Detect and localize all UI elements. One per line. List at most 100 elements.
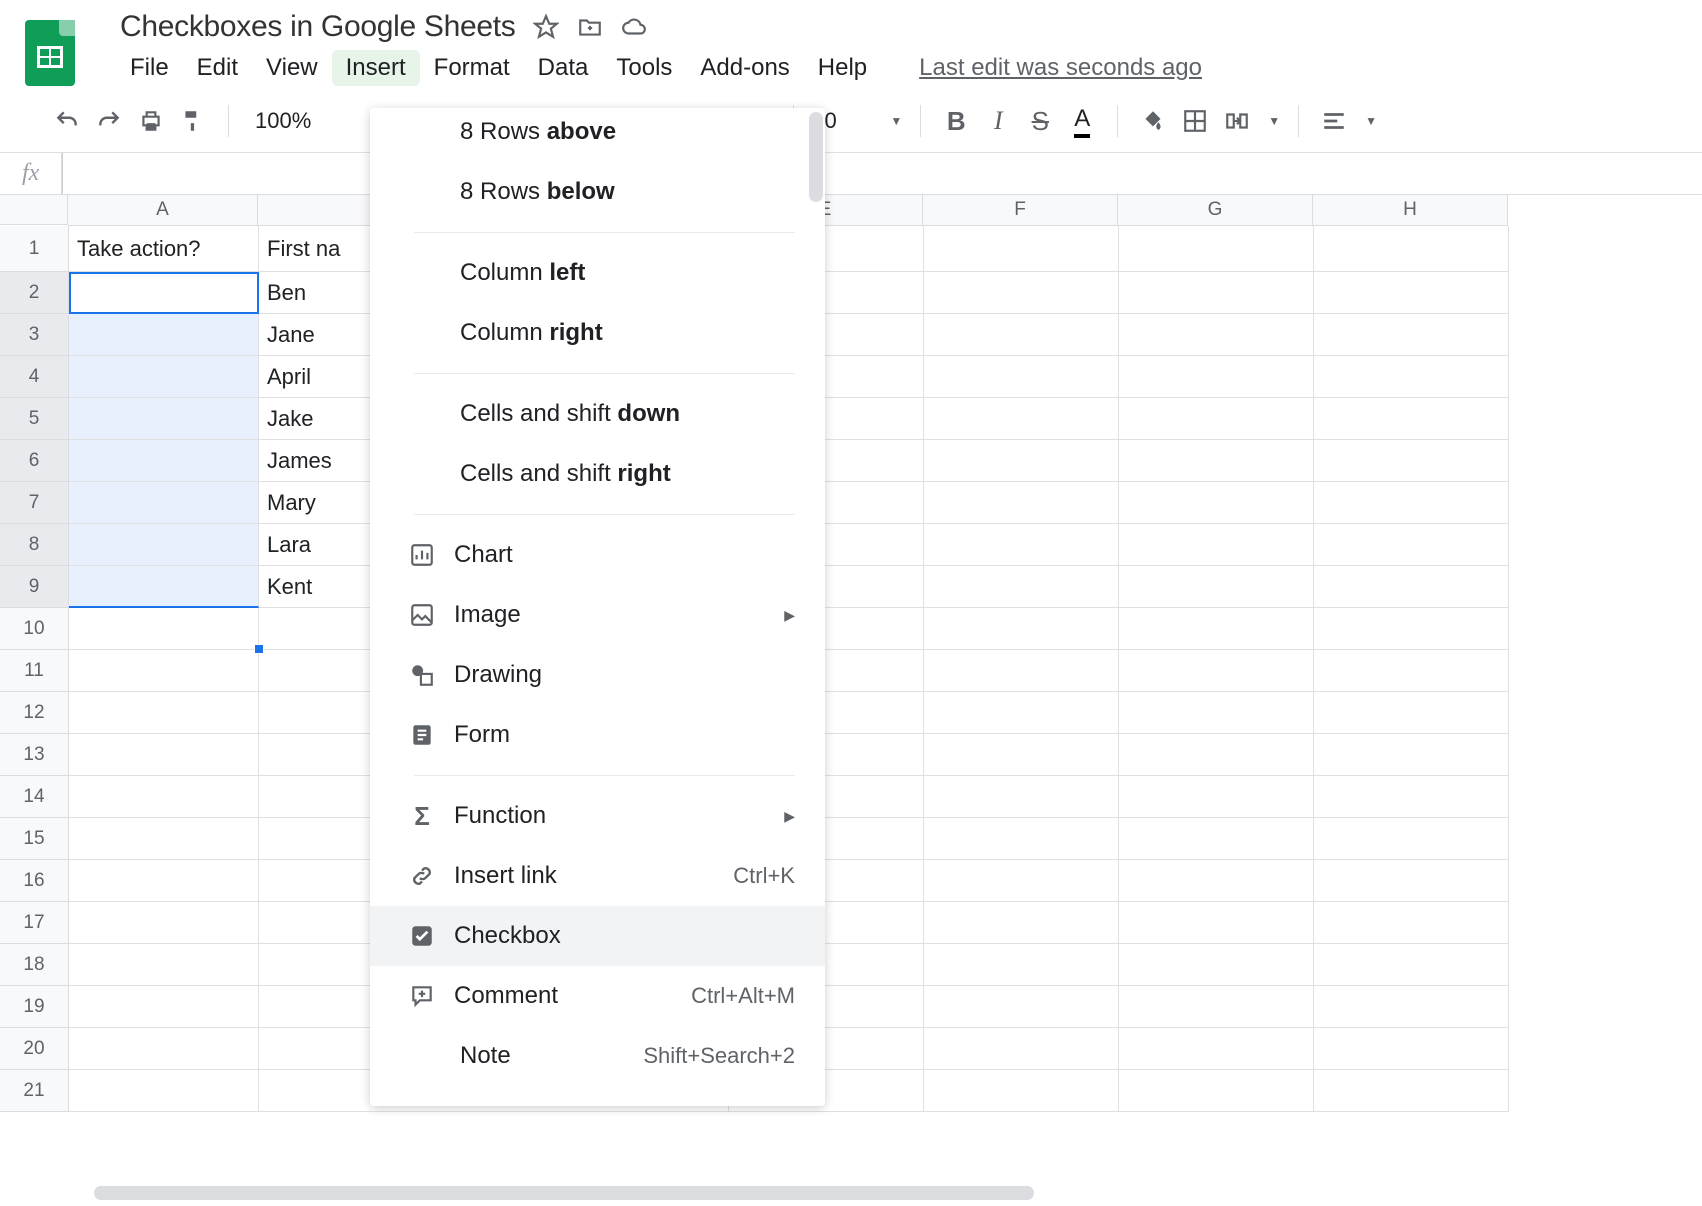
row-header[interactable]: 18 — [0, 944, 68, 986]
column-header-f[interactable]: F — [923, 195, 1118, 225]
menu-addons[interactable]: Add-ons — [686, 50, 803, 86]
cell[interactable] — [1119, 566, 1314, 608]
row-header[interactable]: 7 — [0, 482, 68, 524]
cell[interactable] — [69, 524, 259, 566]
cell[interactable] — [69, 902, 259, 944]
row-header[interactable]: 8 — [0, 524, 68, 566]
row-header[interactable]: 10 — [0, 608, 68, 650]
cell[interactable] — [69, 734, 259, 776]
cell[interactable] — [924, 398, 1119, 440]
cell[interactable] — [924, 650, 1119, 692]
cell[interactable] — [1119, 524, 1314, 566]
menu-column-right[interactable]: Column right — [370, 303, 825, 363]
cell[interactable] — [924, 314, 1119, 356]
menu-format[interactable]: Format — [420, 50, 524, 86]
font-size-selector[interactable]: 10▼ — [812, 108, 902, 134]
row-header[interactable]: 11 — [0, 650, 68, 692]
cell[interactable] — [924, 944, 1119, 986]
cell[interactable] — [69, 440, 259, 482]
italic-icon[interactable]: I — [981, 104, 1015, 138]
menu-rows-above[interactable]: 8 Rows above — [370, 112, 825, 162]
row-header[interactable]: 1 — [0, 226, 68, 272]
menu-checkbox[interactable]: Checkbox — [370, 906, 825, 966]
cell[interactable] — [1119, 860, 1314, 902]
menu-cells-shift-down[interactable]: Cells and shift down — [370, 384, 825, 444]
cell[interactable] — [1119, 482, 1314, 524]
cell[interactable] — [1314, 1028, 1509, 1070]
column-header-h[interactable]: H — [1313, 195, 1508, 225]
menu-insert[interactable]: Insert — [332, 50, 420, 86]
menu-function[interactable]: Σ Function ▶ — [370, 786, 825, 846]
cell[interactable] — [1119, 398, 1314, 440]
cell[interactable] — [1314, 482, 1509, 524]
row-header[interactable]: 16 — [0, 860, 68, 902]
cell[interactable] — [1314, 776, 1509, 818]
cell[interactable] — [1119, 226, 1314, 272]
row-header[interactable]: 17 — [0, 902, 68, 944]
cell[interactable] — [924, 608, 1119, 650]
cell[interactable] — [924, 776, 1119, 818]
cell[interactable] — [1314, 440, 1509, 482]
cell[interactable] — [924, 1028, 1119, 1070]
cell[interactable] — [69, 692, 259, 734]
strikethrough-icon[interactable]: S — [1023, 104, 1057, 138]
cell[interactable] — [1314, 902, 1509, 944]
chevron-down-icon[interactable]: ▼ — [1268, 114, 1280, 128]
text-color-icon[interactable]: A — [1065, 104, 1099, 138]
formula-input[interactable] — [62, 153, 1702, 194]
cell[interactable] — [69, 818, 259, 860]
row-header[interactable]: 14 — [0, 776, 68, 818]
cell[interactable] — [1314, 1070, 1509, 1112]
menu-column-left[interactable]: Column left — [370, 243, 825, 303]
cell[interactable] — [69, 398, 259, 440]
cell[interactable] — [1119, 902, 1314, 944]
cloud-icon[interactable] — [621, 14, 647, 40]
chevron-down-icon[interactable]: ▼ — [1365, 114, 1377, 128]
menu-data[interactable]: Data — [524, 50, 603, 86]
menu-comment[interactable]: Comment Ctrl+Alt+M — [370, 966, 825, 1026]
cell[interactable] — [1119, 944, 1314, 986]
cell[interactable] — [924, 440, 1119, 482]
cell[interactable] — [1119, 1070, 1314, 1112]
cell[interactable] — [924, 1070, 1119, 1112]
menu-image[interactable]: Image ▶ — [370, 585, 825, 645]
select-all-corner[interactable] — [0, 195, 68, 225]
cell[interactable] — [1119, 818, 1314, 860]
merge-cells-icon[interactable] — [1220, 104, 1254, 138]
cell[interactable] — [69, 356, 259, 398]
cell[interactable] — [69, 860, 259, 902]
menu-file[interactable]: File — [116, 50, 183, 86]
cell[interactable] — [69, 314, 259, 356]
borders-icon[interactable] — [1178, 104, 1212, 138]
cell[interactable] — [1119, 440, 1314, 482]
cell[interactable] — [1314, 398, 1509, 440]
document-title[interactable]: Checkboxes in Google Sheets — [120, 10, 515, 44]
cell[interactable] — [1119, 734, 1314, 776]
cell[interactable] — [69, 650, 259, 692]
cell[interactable] — [69, 1028, 259, 1070]
row-header[interactable]: 3 — [0, 314, 68, 356]
cell[interactable] — [69, 944, 259, 986]
row-header[interactable]: 20 — [0, 1028, 68, 1070]
cell[interactable] — [1314, 734, 1509, 776]
menu-help[interactable]: Help — [804, 50, 881, 86]
cell[interactable] — [1314, 608, 1509, 650]
menu-form[interactable]: Form — [370, 705, 825, 765]
star-icon[interactable] — [533, 14, 559, 40]
last-edit-link[interactable]: Last edit was seconds ago — [919, 54, 1202, 82]
cell[interactable] — [1314, 226, 1509, 272]
menu-tools[interactable]: Tools — [602, 50, 686, 86]
row-header[interactable]: 12 — [0, 692, 68, 734]
cell[interactable] — [1314, 272, 1509, 314]
cell[interactable] — [1119, 272, 1314, 314]
cell[interactable] — [924, 818, 1119, 860]
menu-note[interactable]: Note Shift+Search+2 — [370, 1026, 825, 1086]
menu-drawing[interactable]: Drawing — [370, 645, 825, 705]
cell[interactable] — [1119, 314, 1314, 356]
align-icon[interactable] — [1317, 104, 1351, 138]
menu-cells-shift-right[interactable]: Cells and shift right — [370, 444, 825, 504]
row-header[interactable]: 9 — [0, 566, 68, 608]
cell[interactable] — [924, 734, 1119, 776]
menu-chart[interactable]: Chart — [370, 525, 825, 585]
move-folder-icon[interactable] — [577, 14, 603, 40]
